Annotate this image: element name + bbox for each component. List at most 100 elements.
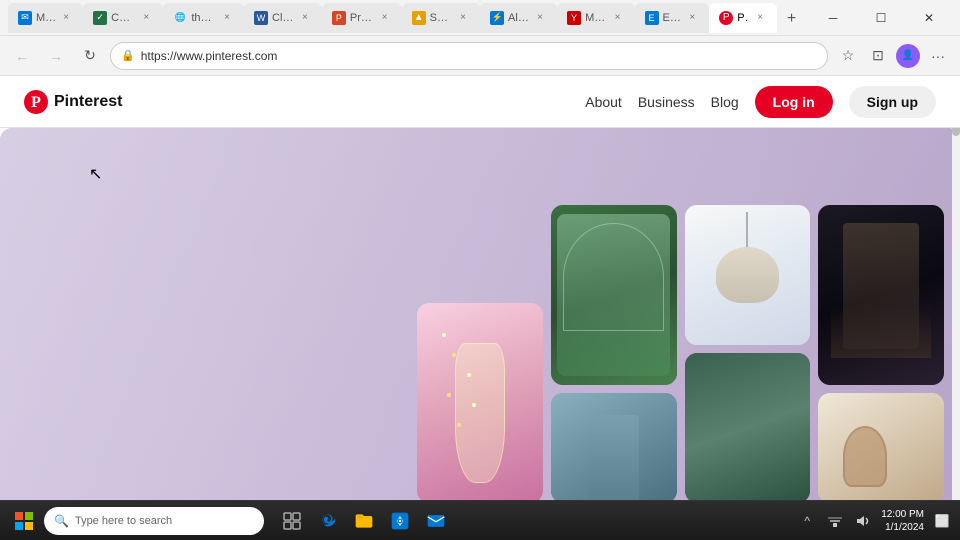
window-controls: ─ ☐ ✕ (810, 2, 952, 34)
tab-spikes[interactable]: ▲ Spikes 8 × (402, 3, 480, 33)
signup-button[interactable]: Sign up (849, 86, 936, 118)
taskbar-right: ^ 12:00 PM 1/1/2024 ⬜ (797, 508, 952, 534)
taskbar-volume-icon[interactable] (853, 511, 873, 531)
tab-close-pet[interactable]: × (220, 11, 234, 25)
lock-icon: 🔒 (121, 49, 135, 62)
taskbar-app-explorer[interactable] (348, 505, 380, 537)
taskbar-app-mail[interactable] (420, 505, 452, 537)
tab-favicon-allabout: ⚡ (490, 11, 504, 25)
pinterest-logo: P Pinterest (24, 90, 122, 114)
tab-moreve[interactable]: Y More Ve × (557, 3, 634, 33)
tab-favicon-checklist: ✓ (93, 11, 107, 25)
pin-card-13[interactable] (818, 205, 944, 385)
pin-card-14[interactable] (818, 393, 944, 500)
pin-card-10[interactable] (551, 393, 677, 500)
tab-favicon-mail: ✉ (18, 11, 32, 25)
tab-allabout[interactable]: ⚡ All Abou × (480, 3, 557, 33)
taskbar-app-task-view[interactable] (276, 505, 308, 537)
tab-pet[interactable]: 🌐 the Pet S × (163, 3, 244, 33)
page-content: P Pinterest About Business Blog Log in S… (0, 76, 960, 500)
taskbar: 🔍 Type here to search (0, 500, 960, 540)
business-link[interactable]: Business (638, 94, 695, 110)
tab-favicon-pet: 🌐 (173, 11, 187, 25)
back-button[interactable]: ← (8, 42, 36, 70)
svg-text:P: P (31, 94, 41, 111)
tab-close-class[interactable]: × (298, 11, 312, 25)
store-icon (390, 511, 410, 531)
masonry-grid (0, 205, 960, 500)
collections-button[interactable]: ⊡ (864, 42, 892, 70)
blog-link[interactable]: Blog (711, 94, 739, 110)
close-button[interactable]: ✕ (906, 2, 952, 34)
tab-close-presentation[interactable]: × (378, 11, 392, 25)
tab-class[interactable]: W Class Pr × (244, 3, 322, 33)
account-button[interactable]: 👤 (894, 42, 922, 70)
title-bar: ✉ Mail - C × ✓ Checklist × 🌐 the Pet S ×… (0, 0, 960, 36)
tab-title-checklist: Checklist (111, 12, 135, 24)
tab-close-explore[interactable]: × (685, 11, 699, 25)
maximize-button[interactable]: ☐ (858, 2, 904, 34)
about-link[interactable]: About (585, 94, 622, 110)
taskbar-notification-icon[interactable]: ⬜ (932, 511, 952, 531)
file-explorer-icon (354, 511, 374, 531)
tab-title-allabout: All Abou (508, 12, 529, 24)
windows-logo-icon (14, 511, 34, 531)
taskbar-search-placeholder: Type here to search (75, 515, 172, 527)
masonry-col-7 (818, 205, 944, 500)
tab-title-pinterest: Pint... (737, 12, 749, 24)
forward-button[interactable]: → (42, 42, 70, 70)
tab-favicon-class: W (254, 11, 268, 25)
tab-pinterest[interactable]: P Pint... × (709, 3, 777, 33)
tab-close-checklist[interactable]: × (139, 11, 153, 25)
browser-frame: ✉ Mail - C × ✓ Checklist × 🌐 the Pet S ×… (0, 0, 960, 540)
tab-close-pinterest[interactable]: × (753, 11, 767, 25)
network-icon (827, 513, 843, 529)
taskbar-apps (276, 505, 452, 537)
tab-close-spikes[interactable]: × (456, 11, 470, 25)
tab-title-spikes: Spikes 8 (430, 12, 452, 24)
page-scrollbar[interactable] (952, 76, 960, 500)
page-body: Welcome to Pinterest! (0, 128, 960, 500)
favorites-button[interactable]: ☆ (834, 42, 862, 70)
address-bar: ← → ↻ 🔒 https://www.pinterest.com ☆ ⊡ 👤 … (0, 36, 960, 76)
tab-presentation[interactable]: P Presenta × (322, 3, 402, 33)
pin-card-9[interactable] (551, 205, 677, 385)
tab-mail[interactable]: ✉ Mail - C × (8, 3, 83, 33)
taskbar-chevron-up[interactable]: ^ (797, 511, 817, 531)
login-button[interactable]: Log in (755, 86, 833, 118)
start-button[interactable] (8, 505, 40, 537)
tab-favicon-presentation: P (332, 11, 346, 25)
mail-icon (426, 511, 446, 531)
new-tab-button[interactable]: + (781, 5, 802, 33)
pinterest-brand-name: Pinterest (54, 93, 122, 111)
search-icon: 🔍 (54, 514, 69, 528)
tab-favicon-explore: E (645, 11, 659, 25)
taskbar-app-edge[interactable] (312, 505, 344, 537)
tab-title-moreve: More Ve (585, 12, 606, 24)
url-bar[interactable]: 🔒 https://www.pinterest.com (110, 42, 828, 70)
taskbar-time-text: 12:00 PM (881, 508, 924, 521)
pin-card-11[interactable] (685, 205, 811, 345)
tab-close-allabout[interactable]: × (533, 11, 547, 25)
tab-checklist[interactable]: ✓ Checklist × (83, 3, 163, 33)
pin-card-12[interactable] (685, 353, 811, 500)
tab-favicon-pinterest: P (719, 11, 733, 25)
pin-card-7[interactable] (417, 205, 543, 295)
profile-avatar: 👤 (896, 44, 920, 68)
tab-explore[interactable]: E Explore × (635, 3, 710, 33)
taskbar-app-store[interactable] (384, 505, 416, 537)
refresh-button[interactable]: ↻ (76, 42, 104, 70)
tab-close-moreve[interactable]: × (611, 11, 625, 25)
more-button[interactable]: ··· (924, 42, 952, 70)
tab-close-mail[interactable]: × (59, 11, 73, 25)
volume-icon (855, 513, 871, 529)
taskbar-network-icon[interactable] (825, 511, 845, 531)
edge-icon (318, 511, 338, 531)
toolbar-buttons: ☆ ⊡ 👤 ··· (834, 42, 952, 70)
masonry-col-6 (685, 205, 811, 500)
pin-card-8[interactable] (417, 303, 543, 500)
taskbar-date-text: 1/1/2024 (881, 521, 924, 534)
taskbar-search[interactable]: 🔍 Type here to search (44, 507, 264, 535)
minimize-button[interactable]: ─ (810, 2, 856, 34)
url-text: https://www.pinterest.com (141, 49, 817, 63)
